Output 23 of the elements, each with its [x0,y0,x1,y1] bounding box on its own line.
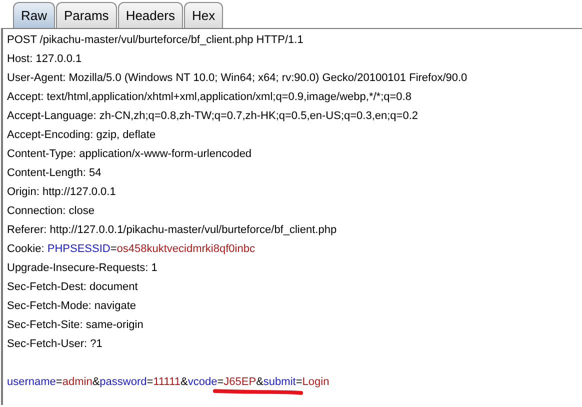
tab[interactable]: Raw [13,2,56,28]
request-line: Host: 127.0.0.1 [7,52,83,67]
request-body-line: username=admin&password=11111&vcode=J65EP&submit=Login [7,376,330,388]
request-editor[interactable] [1,28,582,405]
request-line: Origin: http://127.0.0.1 [7,185,117,200]
request-line: Accept-Language: zh-CN,zh;q=0.8,zh-TW;q=0.7,zh-HK;q=0.5,en-US;q=0.3,en;q=0.2 [7,109,420,124]
tab[interactable]: Hex [184,2,224,28]
request-line: User-Agent: Mozilla/5.0 (Windows NT 10.0; Win64; x64; rv:90.0) Gecko/20100101 Firefox/90.0 [7,71,468,86]
request-line: Sec-Fetch-User: ?1 [7,337,104,352]
request-line: Content-Length: 54 [7,166,102,181]
request-line: Cookie: PHPSESSID=os458kuktvecidmrki8qf0inbc [7,242,256,257]
request-line: Accept-Encoding: gzip, deflate [7,128,157,143]
request-line: Sec-Fetch-Mode: navigate [7,299,138,314]
request-line: Sec-Fetch-Dest: document [7,280,139,295]
request-line: Upgrade-Insecure-Requests: 1 [7,261,158,276]
tab[interactable]: Params [56,2,117,28]
request-line: Accept: text/html,application/xhtml+xml,application/xml;q=0.9,image/webp,*/*;q=0.8 [7,90,412,105]
request-line: Sec-Fetch-Site: same-origin [7,318,144,333]
request-line: Referer: http://127.0.0.1/pikachu-master/vul/burteforce/bf_client.php [7,223,338,238]
request-line: Connection: close [7,204,96,219]
request-line: Content-Type: application/x-www-form-urlencoded [7,147,253,162]
request-line: POST /pikachu-master/vul/burteforce/bf_client.php HTTP/1.1 [7,33,304,48]
tab[interactable]: Headers [118,2,183,28]
